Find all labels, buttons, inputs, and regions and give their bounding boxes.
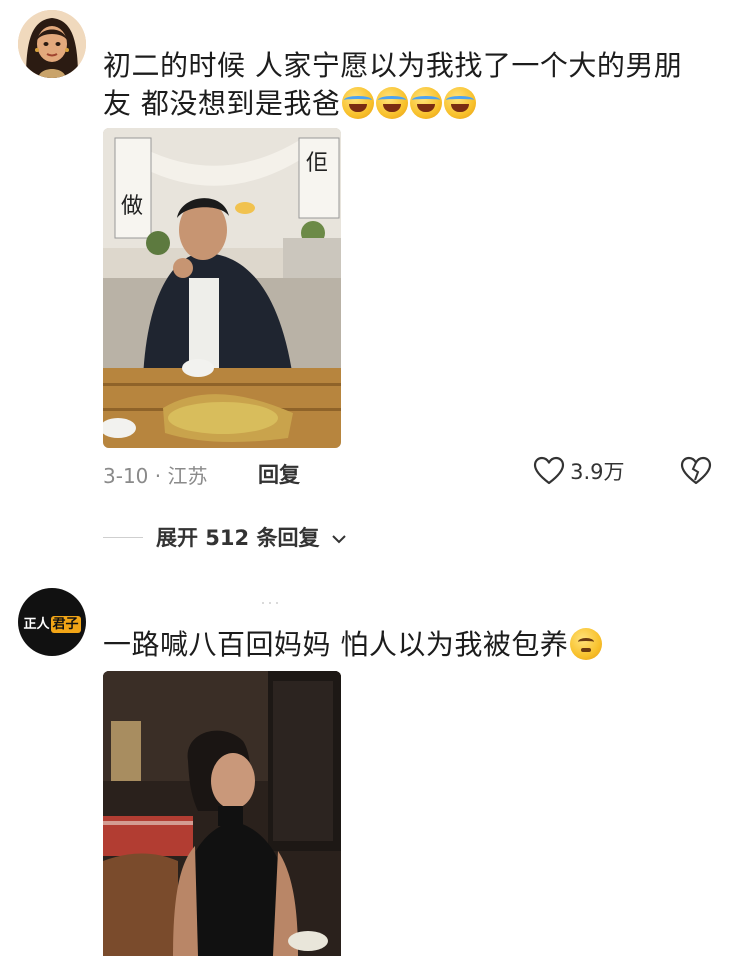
- logo-text-b: 君子: [50, 615, 81, 633]
- heart-icon: [533, 456, 565, 485]
- laughing-tears-emoji-icon: [342, 87, 375, 119]
- comment-photo[interactable]: [103, 671, 341, 956]
- like-count: 3.9万: [570, 460, 625, 484]
- comment-text-line2: 友 都没想到是我爸: [103, 87, 341, 120]
- comment-meta: 3-10 · 江苏: [103, 464, 208, 488]
- comment-text-line: 一路喊八百回妈妈 怕人以为我被包养: [103, 628, 569, 661]
- svg-text:做: 做: [121, 194, 143, 219]
- comment-text: 初二的时候 人家宁愿以为我找了一个大的男朋 友 都没想到是我爸: [103, 47, 682, 123]
- woman-in-black-dress-photo: [103, 671, 341, 956]
- comment-text-line: 初二的时候 人家宁愿以为我找了一个大的男朋: [103, 49, 683, 82]
- girl-avatar-icon: [18, 10, 86, 78]
- reply-button[interactable]: 回复: [258, 459, 300, 489]
- man-at-restaurant-photo: 做 佢: [103, 128, 341, 448]
- comment-text-line: 友 都没想到是我爸: [103, 85, 682, 123]
- expand-replies-label: 展开 512 条回复: [156, 526, 320, 550]
- like-button[interactable]: 3.9万: [533, 456, 625, 486]
- laughing-tears-emoji-icon: [376, 87, 409, 119]
- expand-replies-button[interactable]: 展开 512 条回复: [156, 522, 347, 552]
- comment-text: 一路喊八百回妈妈 怕人以为我被包养: [103, 626, 603, 664]
- zhengren-junzi-logo-icon: 正人 君子: [23, 613, 81, 633]
- divider-dots: [262, 602, 278, 604]
- logo-text-a: 正人: [23, 616, 50, 632]
- avatar[interactable]: [18, 10, 86, 78]
- divider: [103, 537, 143, 538]
- dislike-button[interactable]: [680, 456, 712, 490]
- svg-text:佢: 佢: [306, 151, 328, 176]
- broken-heart-icon: [680, 456, 712, 485]
- comment-photo[interactable]: 做 佢: [103, 128, 341, 448]
- avatar[interactable]: 正人 君子: [18, 588, 86, 656]
- smirk-emoji-icon: [570, 628, 603, 660]
- chevron-down-icon: [332, 535, 346, 544]
- laughing-tears-emoji-icon: [444, 87, 477, 119]
- laughing-tears-emoji-icon: [410, 87, 443, 119]
